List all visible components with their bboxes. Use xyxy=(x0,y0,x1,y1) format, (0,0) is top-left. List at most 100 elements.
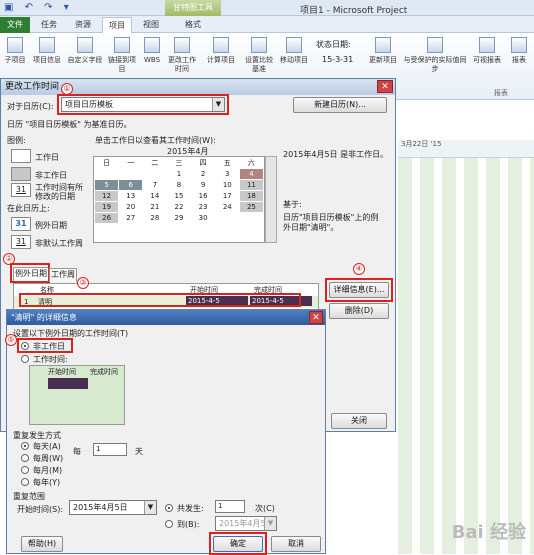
delete-button[interactable]: 删除(D) xyxy=(329,303,389,319)
close-icon[interactable]: ✕ xyxy=(377,80,393,93)
custom-fields-button[interactable]: 自定义字段 xyxy=(66,37,104,65)
daily-label[interactable]: 每天(A) xyxy=(33,441,61,452)
calendar-day[interactable]: 21 xyxy=(142,201,168,213)
link-projects-button[interactable]: 链接到项目 xyxy=(106,37,138,74)
calendar-day[interactable]: 23 xyxy=(190,201,216,213)
calendar-day[interactable]: 25 xyxy=(238,201,265,213)
calendar-day[interactable] xyxy=(214,212,240,224)
sync-protected-button[interactable]: 与受保护的实际值同步 xyxy=(402,37,468,74)
every-input[interactable]: 1 xyxy=(93,443,127,456)
weekly-radio[interactable] xyxy=(21,454,29,462)
exception-start[interactable]: 2015-4-5 xyxy=(186,296,248,306)
new-calendar-button[interactable]: 新建日历(N)... xyxy=(293,97,387,113)
calendar-day[interactable]: 17 xyxy=(214,190,240,202)
wbs-button[interactable]: WBS xyxy=(140,37,164,65)
calendar-day[interactable]: 26 xyxy=(93,212,120,224)
calendar-day[interactable]: 4 xyxy=(238,168,265,180)
calendar-day[interactable]: 29 xyxy=(166,212,192,224)
start-date-select[interactable]: 2015年4月5日 ▼ xyxy=(69,500,157,515)
calendar-day[interactable]: 28 xyxy=(142,212,168,224)
calendar-day[interactable]: 13 xyxy=(118,190,144,202)
tab-exceptions[interactable]: 例外日期 xyxy=(13,267,49,281)
daily-radio[interactable] xyxy=(21,442,29,450)
exception-name[interactable]: 清明 xyxy=(38,297,52,307)
calendar-day[interactable]: 11 xyxy=(238,179,265,191)
working-time-grid[interactable]: 开始时间 完成时间 xyxy=(29,365,125,425)
project-info-button[interactable]: 项目信息 xyxy=(30,37,64,65)
calendar-day[interactable] xyxy=(118,168,144,180)
calendar-day[interactable]: 14 xyxy=(142,190,168,202)
calendar-day[interactable]: 9 xyxy=(190,179,216,191)
end-by-label[interactable]: 到(B): xyxy=(177,519,199,530)
tab-task[interactable]: 任务 xyxy=(34,17,64,33)
tab-resource[interactable]: 资源 xyxy=(68,17,98,33)
set-baseline-button[interactable]: 设置比较基准 xyxy=(242,37,276,74)
calendar-day[interactable]: 20 xyxy=(118,201,144,213)
tab-project[interactable]: 项目 xyxy=(102,17,132,33)
yearly-radio[interactable] xyxy=(21,478,29,486)
visual-reports-label: 可视报表 xyxy=(473,56,501,64)
calendar-day[interactable]: 15 xyxy=(166,190,192,202)
calendar-week: 1 2 3 4 xyxy=(93,168,265,180)
yearly-label[interactable]: 每年(Y) xyxy=(33,477,60,488)
calendar-day-selected[interactable]: 5 xyxy=(93,179,120,191)
exception-finish[interactable]: 2015-4-5 xyxy=(250,296,312,306)
visual-reports-button[interactable]: 可视报表 xyxy=(470,37,504,65)
nonworking-radio[interactable] xyxy=(21,342,29,350)
calendar-day[interactable]: 2 xyxy=(190,168,216,180)
change-working-time-button[interactable]: 更改工作时间 xyxy=(166,37,198,74)
working-time-label[interactable]: 工作时间: xyxy=(33,354,68,365)
help-button[interactable]: 帮助(H) xyxy=(21,536,63,552)
calendar-day[interactable]: 12 xyxy=(93,190,120,202)
calendar-day[interactable]: 27 xyxy=(118,212,144,224)
status-date-value[interactable]: 15-3-31 xyxy=(322,55,353,64)
calendar-day[interactable]: 19 xyxy=(93,201,120,213)
nonworking-label[interactable]: 非工作日 xyxy=(33,341,65,352)
calendar-day[interactable]: 22 xyxy=(166,201,192,213)
end-after-label[interactable]: 共发生: xyxy=(177,503,204,514)
weekly-label[interactable]: 每周(W) xyxy=(33,453,63,464)
tab-work-weeks[interactable]: 工作周 xyxy=(49,268,77,282)
end-by-select[interactable]: 2015年4月5日 ▼ xyxy=(215,516,277,531)
legend-title: 图例: xyxy=(7,136,26,145)
calendar-day[interactable] xyxy=(142,168,168,180)
occurrences-input[interactable]: 1 xyxy=(215,500,245,513)
calendar-scrollbar[interactable] xyxy=(265,156,277,243)
calendar-day[interactable]: 16 xyxy=(190,190,216,202)
calendar-day[interactable]: 30 xyxy=(190,212,216,224)
month-calendar[interactable]: 日 一 二 三 四 五 六 1 2 3 4 5 6 7 8 9 10 11 12… xyxy=(93,156,265,243)
tab-view[interactable]: 视图 xyxy=(136,17,166,33)
calendar-day[interactable] xyxy=(93,168,120,180)
calendar-day[interactable]: 7 xyxy=(142,179,168,191)
close-icon[interactable]: ✕ xyxy=(309,311,323,324)
col-header-start: 开始时间 xyxy=(190,286,218,294)
calendar-day[interactable]: 3 xyxy=(214,168,240,180)
table-row[interactable]: 1 清明 2015-4-5 2015-4-5 xyxy=(14,296,318,308)
monthly-radio[interactable] xyxy=(21,466,29,474)
end-after-radio[interactable] xyxy=(165,504,173,512)
cancel-button[interactable]: 取消 xyxy=(271,536,321,552)
selected-cell[interactable] xyxy=(48,378,88,389)
reports-button[interactable]: 报表 xyxy=(506,37,532,65)
working-time-radio[interactable] xyxy=(21,355,29,363)
calendar-select[interactable]: 项目日历模板 ▼ xyxy=(61,97,225,112)
calendar-day-selected[interactable]: 6 xyxy=(118,179,144,191)
update-project-button[interactable]: 更新项目 xyxy=(366,37,400,65)
calendar-day[interactable]: 10 xyxy=(214,179,240,191)
subproject-button[interactable]: 子项目 xyxy=(2,37,28,65)
calendar-day[interactable]: 8 xyxy=(166,179,192,191)
calculate-project-button[interactable]: 计算项目 xyxy=(204,37,238,65)
monthly-label[interactable]: 每月(M) xyxy=(33,465,62,476)
details-button[interactable]: 详细信息(E)... xyxy=(329,282,389,298)
move-project-button[interactable]: 移动项目 xyxy=(278,37,310,65)
ok-button[interactable]: 确定 xyxy=(213,536,263,552)
end-by-radio[interactable] xyxy=(165,520,173,528)
tab-file[interactable]: 文件 xyxy=(0,17,30,33)
tab-format[interactable]: 格式 xyxy=(178,17,208,33)
close-button[interactable]: 关闭 xyxy=(331,413,387,429)
quick-access-toolbar[interactable]: ▣ ↶ ↷ ▾ xyxy=(4,2,73,13)
calendar-day[interactable] xyxy=(238,212,265,224)
calendar-day[interactable]: 18 xyxy=(238,190,265,202)
calendar-day[interactable]: 1 xyxy=(166,168,192,180)
calendar-day[interactable]: 24 xyxy=(214,201,240,213)
